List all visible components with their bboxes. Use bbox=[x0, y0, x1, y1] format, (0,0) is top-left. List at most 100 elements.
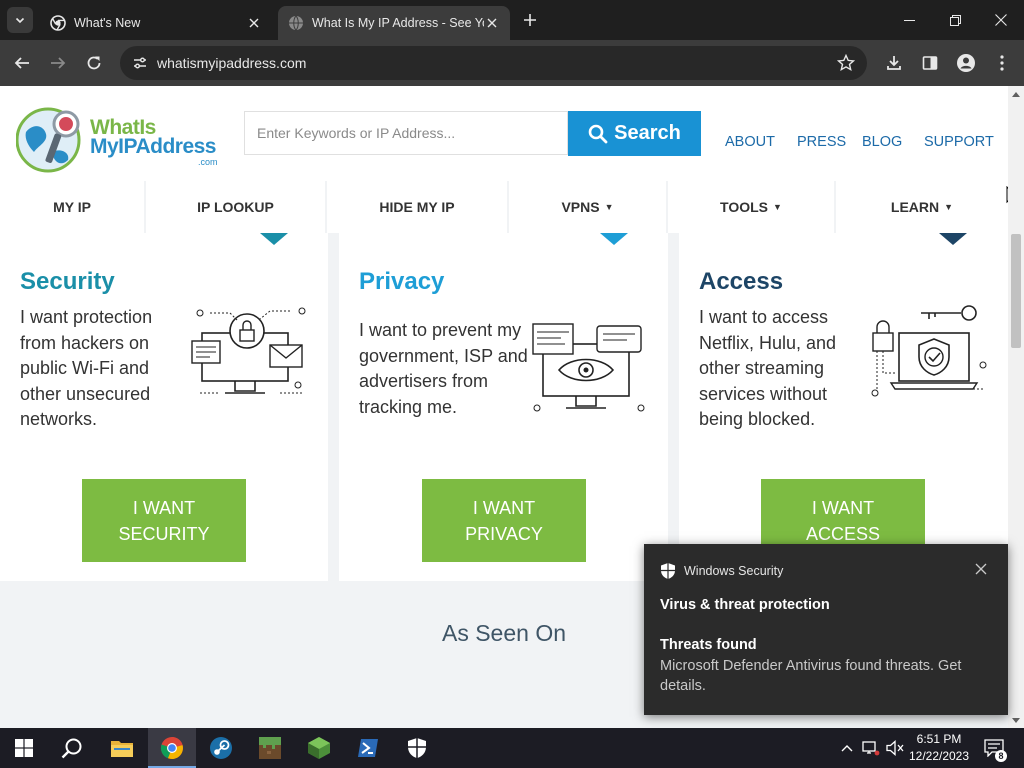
profile-button[interactable] bbox=[954, 51, 978, 75]
nav-label: LEARN bbox=[890, 199, 940, 215]
site-search-input[interactable] bbox=[244, 111, 568, 155]
arrow-left-icon bbox=[14, 57, 29, 69]
page-vertical-scrollbar[interactable] bbox=[1008, 86, 1024, 728]
nav-learn[interactable]: LEARN ▼ bbox=[836, 181, 1008, 233]
browser-menu-button[interactable] bbox=[990, 51, 1014, 75]
tab-whatismyipaddress[interactable]: What Is My IP Address - See You bbox=[278, 6, 510, 40]
card-title: Access bbox=[699, 268, 784, 295]
shield-icon bbox=[661, 563, 675, 579]
network-icon bbox=[862, 741, 880, 756]
i-want-security-button[interactable]: I WANT SECURITY bbox=[82, 479, 246, 562]
windows-security-icon bbox=[408, 738, 426, 758]
powershell-icon bbox=[358, 739, 378, 757]
button-line1: I WANT bbox=[132, 497, 196, 518]
arrow-right-icon bbox=[51, 57, 66, 69]
address-bar[interactable]: whatismyipaddress.com bbox=[120, 46, 867, 80]
logo-text-line3: .com bbox=[198, 157, 218, 167]
link-about[interactable]: ABOUT bbox=[725, 134, 775, 150]
close-icon bbox=[995, 14, 1007, 26]
nav-tools[interactable]: TOOLS ▼ bbox=[668, 181, 834, 233]
steam-taskbar-button[interactable] bbox=[197, 728, 245, 768]
site-header: WhatIs MyIPAddress .com Search ABOUT PRE… bbox=[0, 86, 1008, 181]
network-status-button[interactable] bbox=[860, 728, 882, 768]
i-want-privacy-button[interactable]: I WANT PRIVACY bbox=[422, 479, 586, 562]
link-support[interactable]: SUPPORT bbox=[924, 134, 994, 150]
logo-text-line2: MyIPAddress bbox=[90, 135, 217, 158]
notification-subheading: Threats found bbox=[660, 637, 757, 653]
reload-icon bbox=[87, 56, 101, 70]
notification-app-name: Windows Security bbox=[684, 564, 784, 578]
close-tab-icon[interactable] bbox=[246, 15, 262, 31]
site-settings-icon[interactable] bbox=[132, 55, 148, 71]
side-panel-icon bbox=[922, 56, 938, 70]
powershell-taskbar-button[interactable] bbox=[344, 728, 392, 768]
file-explorer-icon bbox=[111, 741, 133, 757]
close-window-button[interactable] bbox=[978, 0, 1024, 40]
browser-toolbar: whatismyipaddress.com bbox=[0, 40, 1024, 86]
button-line1: I WANT bbox=[472, 497, 536, 518]
volume-button[interactable] bbox=[884, 728, 906, 768]
notification-body: Microsoft Defender Antivirus found threa… bbox=[660, 658, 962, 694]
restore-icon bbox=[949, 14, 961, 26]
close-tab-icon[interactable] bbox=[484, 15, 500, 31]
privacy-eye-monitor-icon bbox=[532, 323, 645, 412]
nav-ip-lookup[interactable]: IP LOOKUP bbox=[146, 181, 325, 233]
reload-button[interactable] bbox=[82, 51, 106, 75]
main-navigation: MY IP IP LOOKUP HIDE MY IP VPNS ▼ TOOLS ▼ … bbox=[0, 181, 1008, 233]
notification-heading: Virus & threat protection bbox=[660, 597, 830, 613]
clock-time: 6:51 PM bbox=[916, 732, 962, 746]
nav-hide-my-ip[interactable]: HIDE MY IP bbox=[327, 181, 507, 233]
nav-my-ip[interactable]: MY IP bbox=[0, 181, 144, 233]
downloads-button[interactable] bbox=[882, 51, 906, 75]
restore-button[interactable] bbox=[932, 0, 978, 40]
action-center-button[interactable]: 8 bbox=[980, 728, 1008, 768]
globe-favicon-icon bbox=[288, 15, 304, 31]
dropdown-caret-icon: ▼ bbox=[773, 202, 782, 212]
start-button[interactable] bbox=[0, 728, 48, 768]
dropdown-caret-icon: ▼ bbox=[604, 202, 614, 212]
bookmark-star-icon[interactable] bbox=[837, 54, 855, 72]
nav-label: VPNS bbox=[561, 199, 600, 215]
search-icon bbox=[588, 124, 608, 143]
minecraft-launcher-taskbar-button[interactable] bbox=[295, 728, 343, 768]
tab-whats-new[interactable]: What's New bbox=[40, 6, 272, 40]
chevron-up-icon bbox=[841, 745, 853, 752]
security-laptop-lock-icon bbox=[191, 307, 306, 394]
windows-logo-icon bbox=[15, 739, 33, 757]
profile-icon bbox=[957, 54, 975, 72]
link-blog[interactable]: BLOG bbox=[862, 134, 902, 150]
taskbar-search-button[interactable] bbox=[48, 728, 96, 768]
file-explorer-taskbar-button[interactable] bbox=[98, 728, 146, 768]
minecraft-taskbar-button[interactable] bbox=[246, 728, 294, 768]
close-icon[interactable] bbox=[974, 562, 988, 576]
windows-taskbar: 6:51 PM 12/22/2023 8 bbox=[0, 728, 1024, 768]
forward-button[interactable] bbox=[46, 51, 70, 75]
show-hidden-icons-button[interactable] bbox=[836, 728, 858, 768]
windows-security-notification[interactable]: Windows Security Virus & threat protecti… bbox=[644, 544, 1008, 715]
site-logo[interactable]: WhatIs MyIPAddress .com bbox=[16, 104, 226, 176]
tab-title: What Is My IP Address - See You bbox=[312, 16, 484, 30]
search-icon bbox=[61, 738, 82, 759]
taskbar-clock[interactable]: 6:51 PM 12/22/2023 bbox=[906, 731, 972, 765]
scrollbar-thumb[interactable] bbox=[1011, 234, 1021, 348]
link-press[interactable]: PRESS bbox=[797, 134, 846, 150]
back-button[interactable] bbox=[10, 51, 34, 75]
tab-search-button[interactable] bbox=[7, 7, 33, 33]
scroll-up-arrow-icon[interactable] bbox=[1012, 92, 1020, 97]
steam-icon bbox=[210, 737, 232, 759]
button-line2: SECURITY bbox=[118, 523, 210, 544]
dropdown-caret-icon: ▼ bbox=[944, 202, 954, 212]
site-search-button[interactable]: Search bbox=[568, 111, 701, 156]
globe-magnifier-logo-icon bbox=[16, 107, 81, 173]
card-pointer bbox=[600, 233, 628, 245]
minimize-button[interactable] bbox=[886, 0, 932, 40]
card-privacy: Privacy I want to prevent my government,… bbox=[339, 233, 668, 581]
minimize-icon bbox=[903, 19, 915, 21]
nav-vpns[interactable]: VPNS ▼ bbox=[509, 181, 666, 233]
scroll-down-arrow-icon[interactable] bbox=[1012, 718, 1020, 723]
speaker-muted-icon bbox=[886, 740, 904, 756]
chrome-taskbar-button[interactable] bbox=[148, 728, 196, 768]
side-panel-button[interactable] bbox=[918, 51, 942, 75]
windows-security-taskbar-button[interactable] bbox=[393, 728, 441, 768]
new-tab-button[interactable] bbox=[520, 10, 540, 30]
